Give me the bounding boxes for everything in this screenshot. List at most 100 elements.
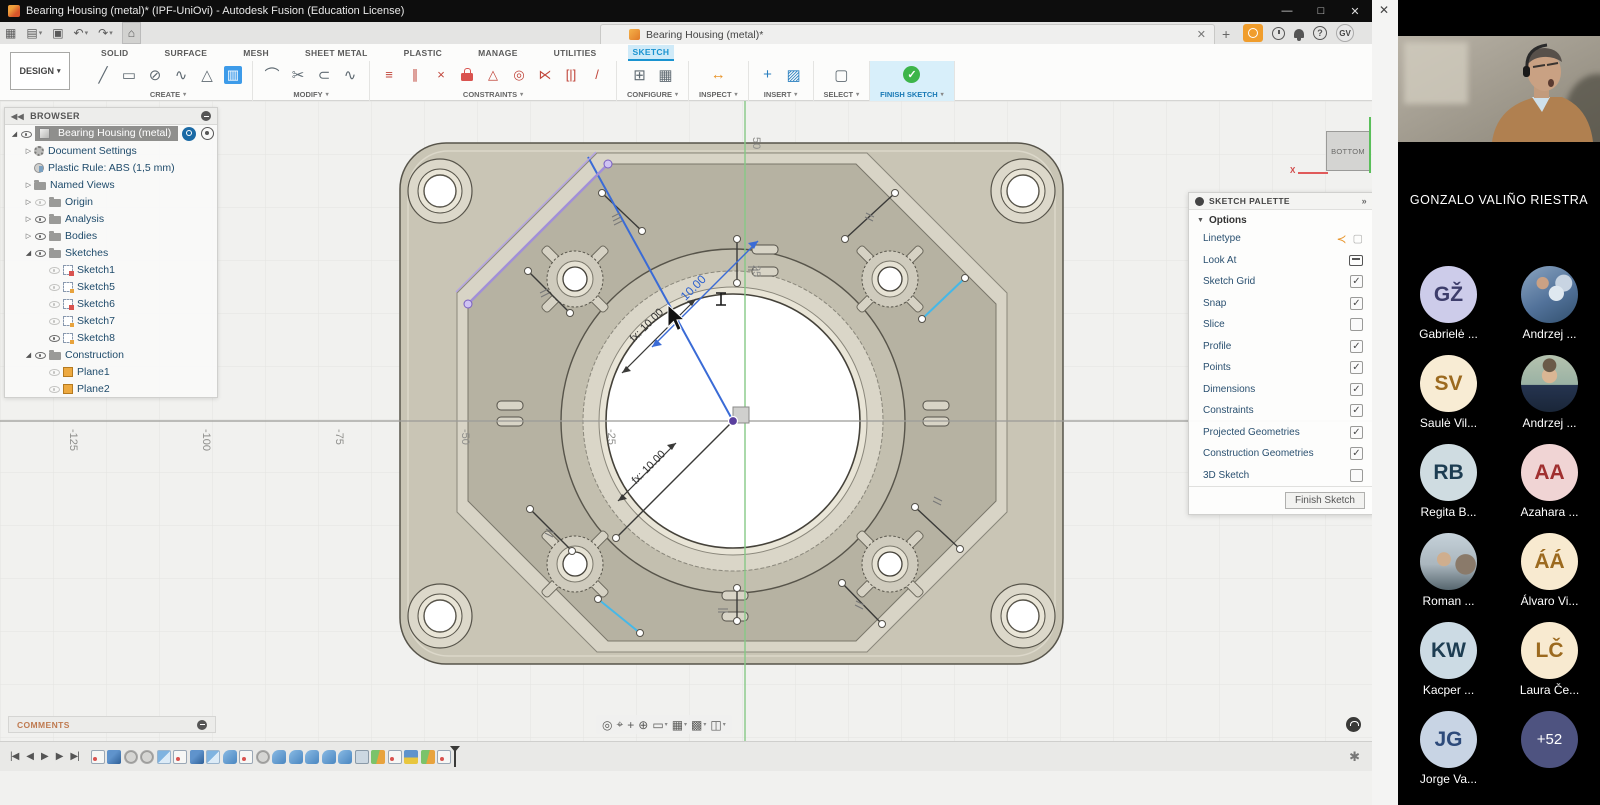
tab-sheet-metal[interactable]: SHEET METAL (300, 46, 373, 60)
timeline-feature-round-icon[interactable] (322, 750, 336, 764)
view-cube[interactable]: BOTTOM X (1326, 131, 1372, 177)
participant-tile[interactable]: Andrzej ... (1499, 266, 1600, 355)
timeline-feature-fillet-icon[interactable] (157, 750, 171, 764)
search-icon[interactable] (182, 127, 196, 141)
ribbon-group-dropdown[interactable]: SELECT▾ (824, 88, 860, 100)
timeline-feature-sketch-icon[interactable] (239, 750, 253, 764)
participant-tile[interactable]: ÁÁÁlvaro Vi... (1499, 533, 1600, 622)
look-at-button[interactable]: ⌖ (616, 717, 623, 732)
ribbon-group-dropdown[interactable]: INSERT▾ (764, 88, 798, 100)
expand-arrow-icon[interactable]: ▷ (23, 147, 34, 155)
fillet-icon[interactable]: ⌒ (263, 66, 281, 84)
undo-button[interactable]: ↶▾ (69, 22, 94, 44)
pan-button[interactable]: + (627, 718, 634, 732)
configuration-table-icon[interactable]: ▦ (657, 66, 675, 84)
browser-item-plane1[interactable]: Plane1 (5, 363, 217, 380)
browser-item-document-settings[interactable]: ▷Document Settings (5, 142, 217, 159)
circle-icon[interactable]: ⊘ (146, 66, 164, 84)
history-icon[interactable] (1272, 27, 1285, 40)
tab-utilities[interactable]: UTILITIES (549, 46, 602, 60)
help-icon[interactable]: ? (1313, 26, 1327, 40)
timeline-feature-sketch-icon[interactable] (388, 750, 402, 764)
tab-manage[interactable]: MANAGE (473, 46, 523, 60)
fit-button[interactable]: ▭▾ (652, 718, 667, 732)
document-tab-close-icon[interactable]: ✕ (1197, 28, 1206, 41)
speaker-video[interactable] (1398, 36, 1600, 142)
browser-menu-icon[interactable] (201, 111, 211, 121)
browser-item-sketch6[interactable]: Sketch6 (5, 295, 217, 312)
checkbox-profile[interactable]: ✓ (1350, 340, 1363, 353)
concentric-icon[interactable]: ◎ (510, 66, 528, 84)
ribbon-group-dropdown[interactable]: INSPECT▾ (699, 88, 738, 100)
timeline-feature-round-icon[interactable] (338, 750, 352, 764)
visibility-eye-icon[interactable] (48, 384, 60, 394)
slot-icon[interactable]: ▥ (224, 66, 242, 84)
tab-mesh[interactable]: MESH (238, 46, 274, 60)
tab-sketch[interactable]: SKETCH (628, 45, 675, 61)
participant-tile[interactable]: Andrzej ... (1499, 355, 1600, 444)
job-status-button[interactable] (1243, 24, 1263, 42)
visibility-eye-icon[interactable] (34, 197, 46, 207)
finish-sketch-button[interactable]: FINISH SKETCH▾ (880, 88, 944, 100)
visibility-eye-icon[interactable] (48, 316, 60, 326)
participant-tile[interactable]: KWKacper ... (1398, 622, 1499, 711)
browser-item-sketch8[interactable]: Sketch8 (5, 329, 217, 346)
checkbox-points[interactable]: ✓ (1350, 361, 1363, 374)
panel-close-icon[interactable]: ✕ (1379, 3, 1389, 17)
participant-tile[interactable]: GŽGabrielė ... (1398, 266, 1499, 355)
close-button[interactable]: ✕ (1338, 0, 1372, 22)
measure-icon[interactable]: ↔ (709, 66, 727, 84)
ribbon-group-dropdown[interactable]: MODIFY▾ (293, 88, 328, 100)
assistant-icon[interactable] (1346, 717, 1361, 732)
configure-icon[interactable]: ⊞ (631, 66, 649, 84)
participant-tile[interactable]: LČLaura Če... (1499, 622, 1600, 711)
ribbon-group-dropdown[interactable]: CREATE▾ (150, 88, 186, 100)
palette-menu-icon[interactable] (1195, 197, 1204, 206)
participant-tile[interactable]: +52 (1499, 711, 1600, 800)
fix-lock-icon[interactable] (458, 66, 476, 84)
visibility-eye-icon[interactable] (34, 350, 46, 360)
browser-item-sketches[interactable]: ◢Sketches (5, 244, 217, 261)
select-icon[interactable]: ▢ (832, 66, 850, 84)
browser-item-sketch5[interactable]: Sketch5 (5, 278, 217, 295)
visibility-eye-icon[interactable] (34, 214, 46, 224)
tab-solid[interactable]: SOLID (96, 46, 133, 60)
minimize-button[interactable]: — (1270, 0, 1304, 22)
home-button[interactable]: ⌂ (122, 22, 141, 44)
checkbox-3d-sketch[interactable] (1350, 469, 1363, 482)
timeline-settings-icon[interactable]: ✱ (1349, 749, 1360, 765)
rectangle-icon[interactable]: ▭ (120, 66, 138, 84)
perpendicular-icon[interactable]: × (432, 66, 450, 84)
visibility-eye-icon[interactable] (48, 333, 60, 343)
participant-tile[interactable]: Roman ... (1398, 533, 1499, 622)
insert-image-icon[interactable]: ▨ (785, 66, 803, 84)
fit-curves-icon[interactable]: ∿ (341, 66, 359, 84)
collapse-arrow-icon[interactable]: ◢ (23, 351, 34, 359)
collapse-arrow-icon[interactable]: ◢ (9, 130, 20, 138)
timeline-feature-gray-icon[interactable] (256, 750, 270, 764)
tab-surface[interactable]: SURFACE (159, 46, 212, 60)
visibility-eye-icon[interactable] (48, 282, 60, 292)
checkbox-projected-geometries[interactable]: ✓ (1350, 426, 1363, 439)
expand-arrow-icon[interactable]: ▷ (23, 198, 34, 206)
browser-item-plane2[interactable]: Plane2 (5, 380, 217, 397)
checkbox-dimensions[interactable]: ✓ (1350, 383, 1363, 396)
app-grid-button[interactable]: ▦ (0, 22, 21, 44)
timeline-feature-sketch-icon[interactable] (437, 750, 451, 764)
finish-sketch-button[interactable]: Finish Sketch (1285, 492, 1365, 509)
linetype-construction-icon[interactable]: ▢ (1353, 232, 1363, 245)
view-cube-face[interactable]: BOTTOM (1326, 131, 1370, 171)
notifications-icon[interactable] (1294, 29, 1304, 38)
ribbon-group-dropdown[interactable]: CONFIGURE▾ (627, 88, 678, 100)
checkbox-slice[interactable] (1350, 318, 1363, 331)
visibility-eye-icon[interactable] (34, 248, 46, 258)
participant-tile[interactable]: RBRegita B... (1398, 444, 1499, 533)
timeline-feature-round-icon[interactable] (223, 750, 237, 764)
mirror-icon[interactable]: △ (198, 66, 216, 84)
participant-tile[interactable]: AAAzahara ... (1499, 444, 1600, 533)
timeline-feature-cube-icon[interactable] (190, 750, 204, 764)
finish-sketch-check-icon[interactable]: ✓ (903, 66, 920, 83)
timeline-feature-sketch-icon[interactable] (91, 750, 105, 764)
checkbox-snap[interactable]: ✓ (1350, 297, 1363, 310)
browser-item-plastic-rule-abs-1-5-mm[interactable]: Plastic Rule: ABS (1,5 mm) (5, 159, 217, 176)
